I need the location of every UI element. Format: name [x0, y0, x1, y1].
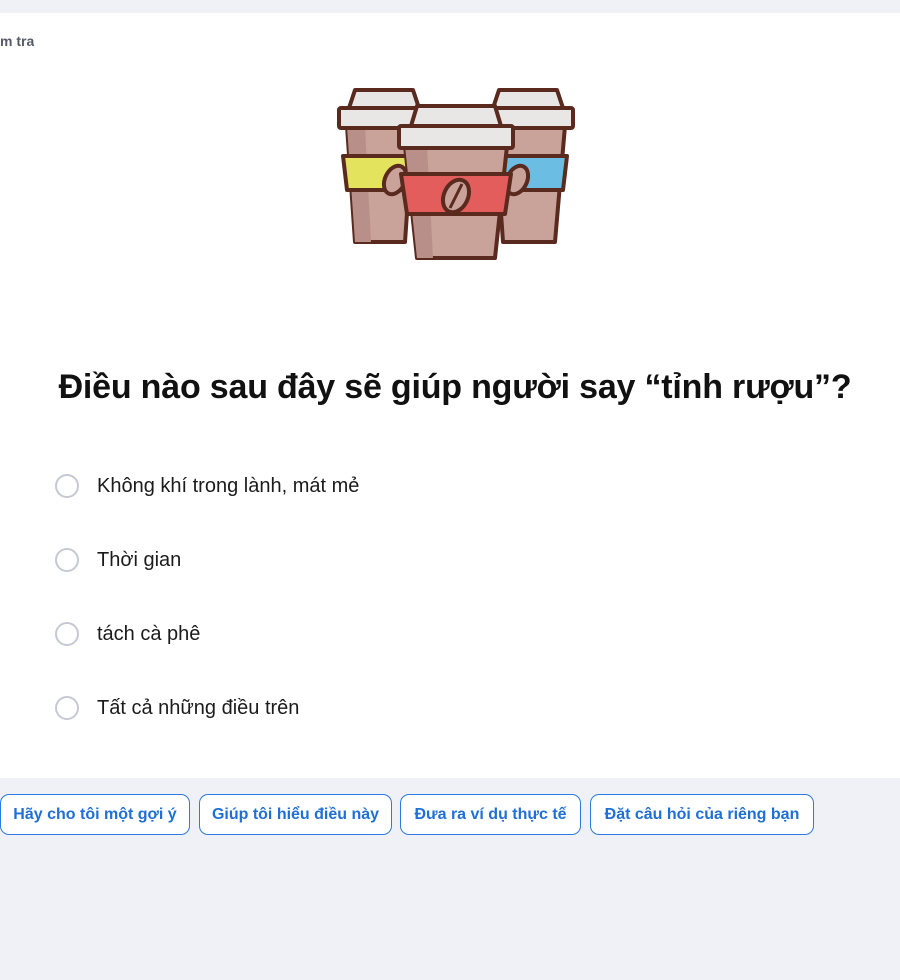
ask-own-question-button[interactable]: Đặt câu hỏi của riêng bạn: [590, 794, 814, 835]
answer-label: Thời gian: [97, 548, 182, 571]
explain-button[interactable]: Giúp tôi hiểu điều này: [199, 794, 392, 835]
radio-button[interactable]: [55, 696, 79, 720]
radio-button[interactable]: [55, 474, 79, 498]
radio-button[interactable]: [55, 622, 79, 646]
question-title: Điều nào sau đây sẽ giúp người say “tỉnh…: [58, 368, 852, 406]
answer-option-2[interactable]: Thời gian: [55, 545, 181, 575]
hint-button[interactable]: Hãy cho tôi một gợi ý: [0, 794, 190, 835]
answer-option-1[interactable]: Không khí trong lành, mát mẻ: [55, 471, 359, 501]
breadcrumb: m tra: [0, 33, 35, 49]
coffee-cups-icon: [337, 88, 575, 260]
answer-option-4[interactable]: Tất cả những điều trên: [55, 693, 299, 723]
answer-label: Tất cả những điều trên: [97, 696, 300, 719]
coffee-cup-front-icon: [397, 104, 515, 260]
radio-button[interactable]: [55, 548, 79, 572]
answer-label: tách cà phê: [97, 622, 201, 645]
real-example-button[interactable]: Đưa ra ví dụ thực tế: [400, 794, 581, 835]
answer-label: Không khí trong lành, mát mẻ: [97, 474, 360, 497]
answer-option-3[interactable]: tách cà phê: [55, 619, 200, 649]
